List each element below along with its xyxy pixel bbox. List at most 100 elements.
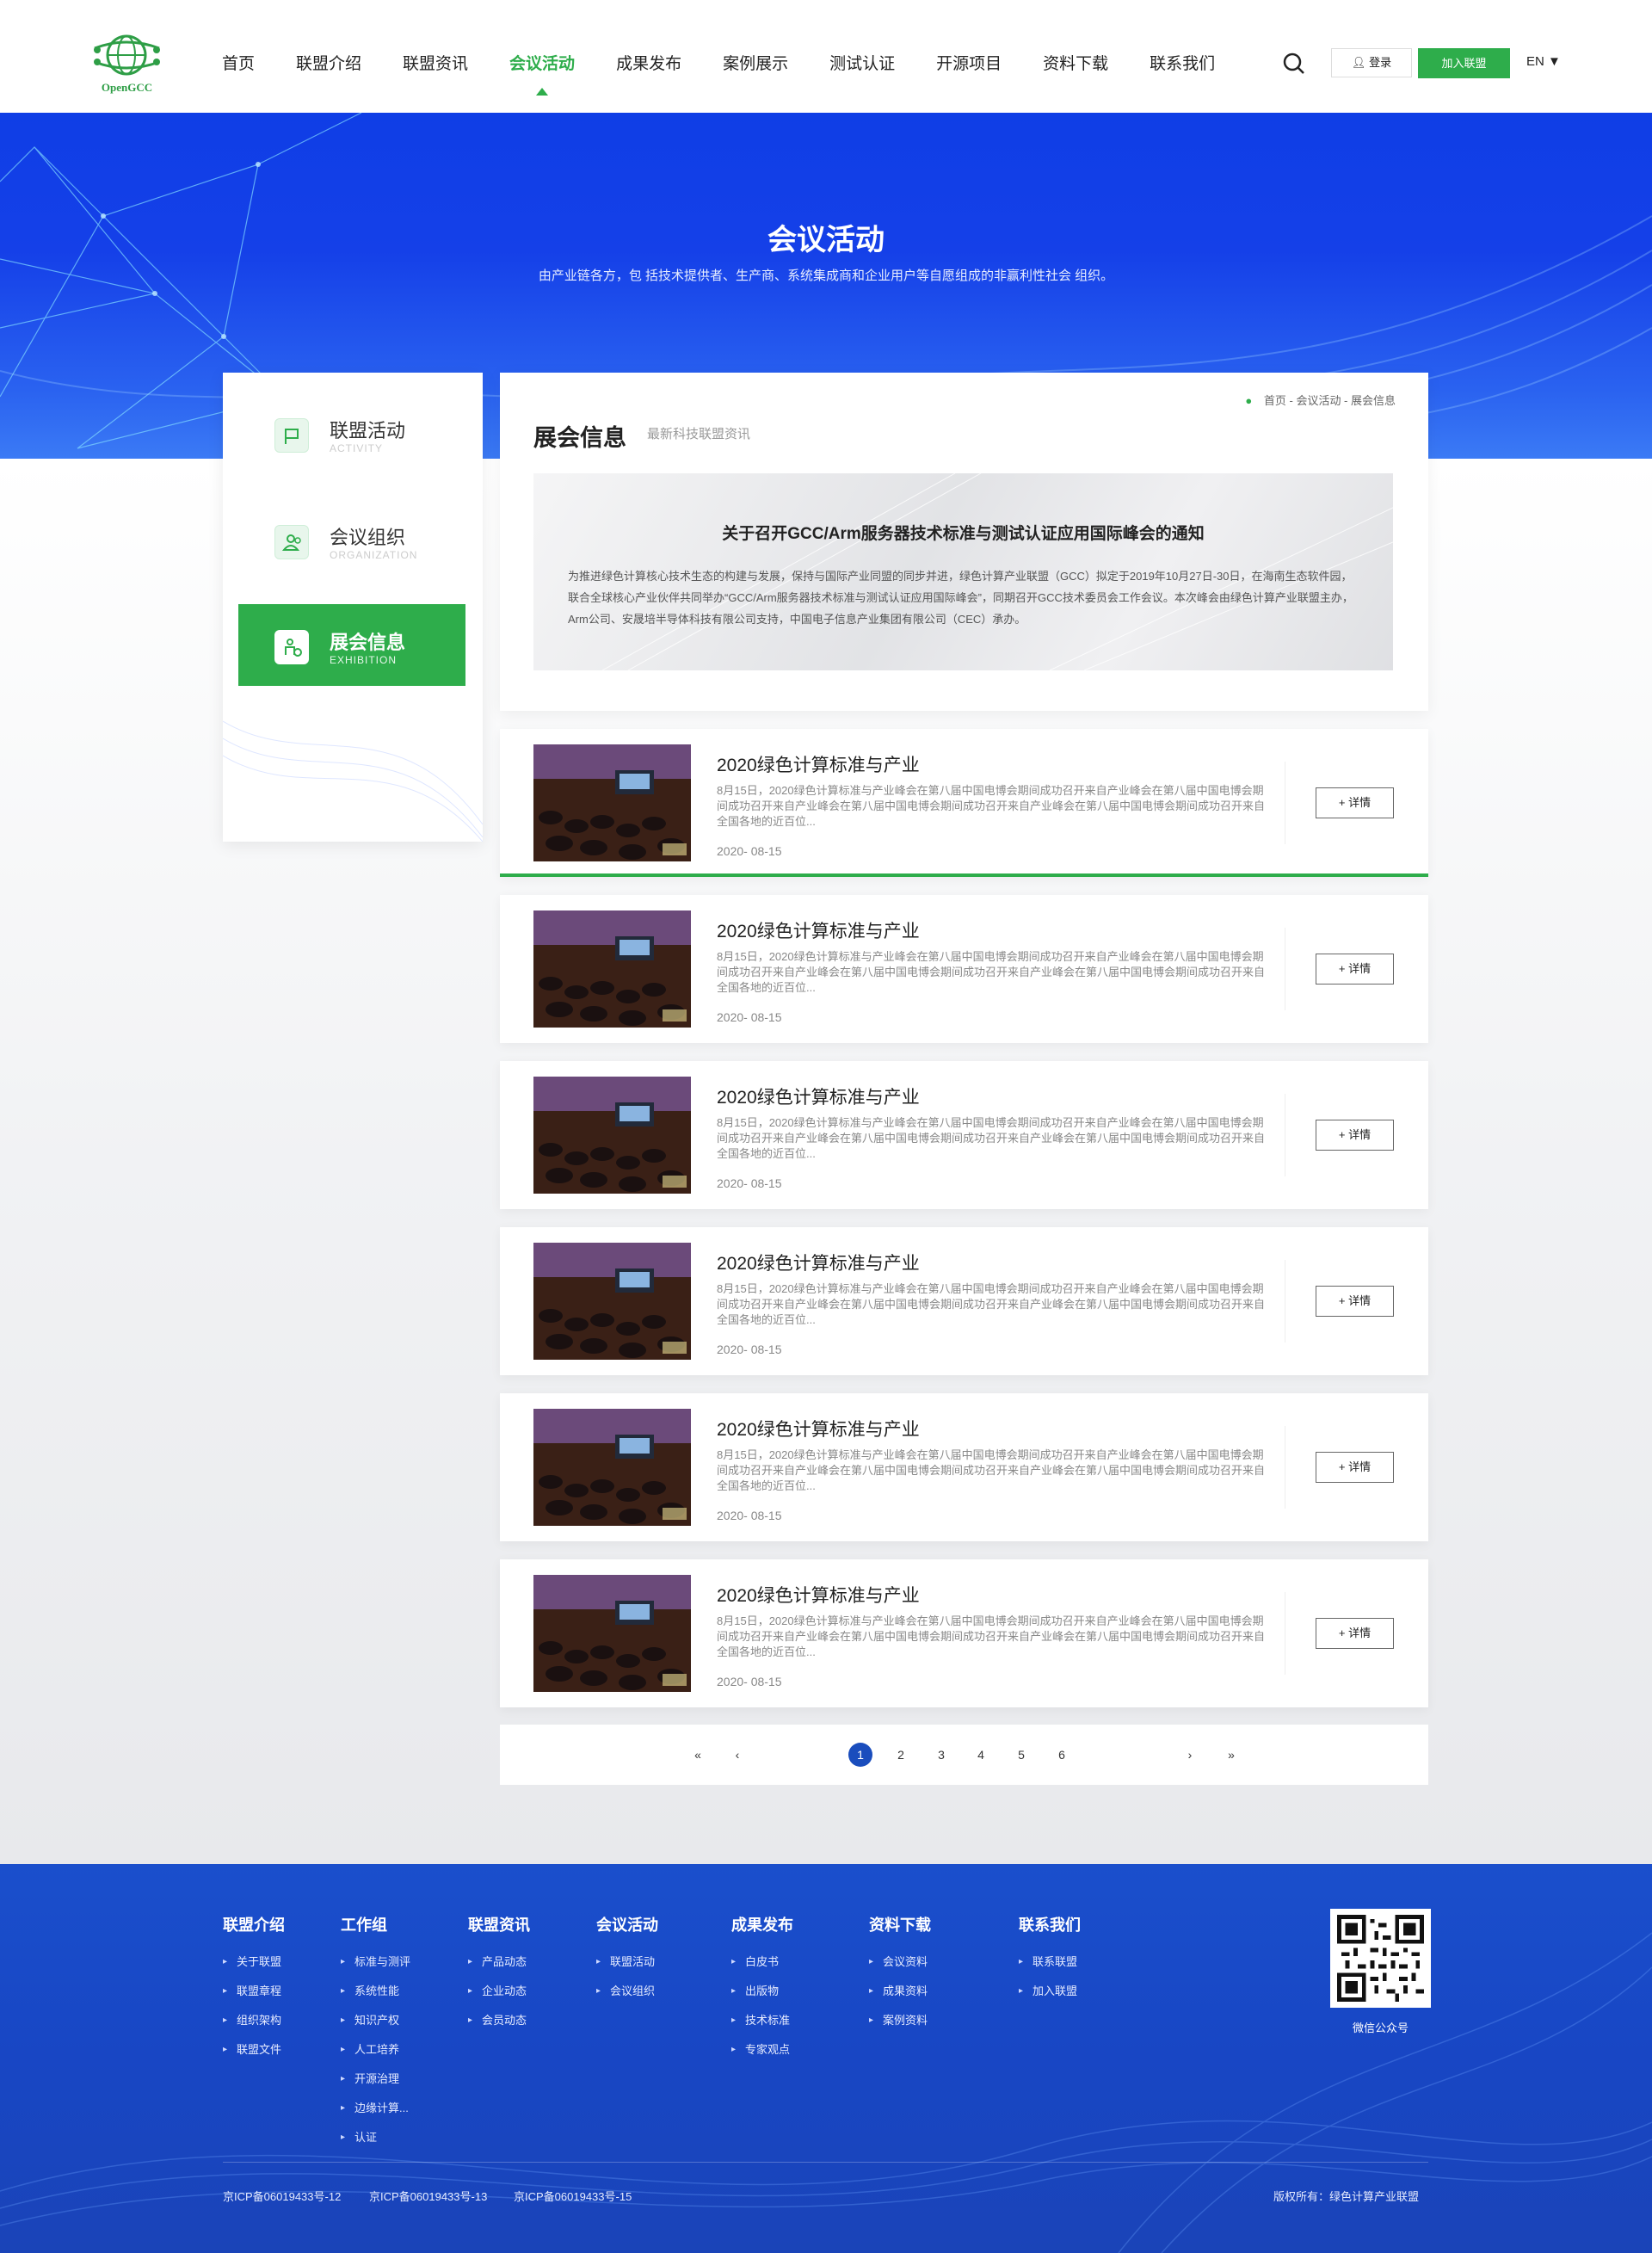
footer-link[interactable]: 关于联盟 — [223, 1947, 285, 1977]
footer-link[interactable]: 标准与测评 — [341, 1947, 410, 1977]
event-photo — [533, 1077, 691, 1194]
sidebar-item-organization[interactable]: 会议组织 ORGANIZATION — [238, 499, 465, 581]
item-title[interactable]: 2020绿色计算标准与产业 — [717, 1083, 920, 1109]
breadcrumb-text[interactable]: 首页 - 会议活动 - 展会信息 — [1264, 394, 1396, 407]
sidebar-item-english: ACTIVITY — [330, 442, 384, 454]
page-number[interactable]: 1 — [848, 1743, 872, 1767]
caret-down-icon: ▼ — [1548, 54, 1561, 69]
footer-link[interactable]: 开源治理 — [341, 2065, 410, 2094]
footer-link[interactable]: 联系联盟 — [1019, 1947, 1081, 1977]
search-icon[interactable] — [1282, 52, 1306, 76]
first-page-button[interactable]: « — [686, 1743, 710, 1767]
footer-link[interactable]: 加入联盟 — [1019, 1977, 1081, 2006]
prev-page-button[interactable]: ‹ — [725, 1743, 749, 1767]
nav-item-opensource[interactable]: 开源项目 — [936, 0, 1002, 113]
user-icon: 👤︎ — [1351, 56, 1366, 69]
nav-item-about[interactable]: 联盟介绍 — [296, 0, 361, 113]
breadcrumb: ● 首页 - 会议活动 - 展会信息 — [1245, 392, 1396, 408]
item-title[interactable]: 2020绿色计算标准与产业 — [717, 917, 920, 943]
last-page-button[interactable]: » — [1219, 1743, 1243, 1767]
footer-link[interactable]: 会议资料 — [869, 1947, 931, 1977]
footer-link[interactable]: 联盟文件 — [223, 2035, 285, 2065]
sidebar-wave-decoration — [223, 720, 483, 842]
footer-link[interactable]: 系统性能 — [341, 1977, 410, 2006]
list-item[interactable]: 2020绿色计算标准与产业 8月15日，2020绿色计算标准与产业峰会在第八届中… — [500, 1227, 1428, 1375]
list-item[interactable]: 2020绿色计算标准与产业 8月15日，2020绿色计算标准与产业峰会在第八届中… — [500, 895, 1428, 1043]
footer-column-events: 会议活动 联盟活动 会议组织 — [596, 1913, 658, 2006]
people-icon — [274, 525, 309, 559]
page-number[interactable]: 4 — [969, 1743, 993, 1767]
footer-link[interactable]: 企业动态 — [468, 1977, 530, 2006]
footer-link[interactable]: 联盟活动 — [596, 1947, 658, 1977]
login-button[interactable]: 👤︎ 登录 — [1331, 48, 1412, 77]
page-number[interactable]: 5 — [1009, 1743, 1033, 1767]
list-item[interactable]: 2020绿色计算标准与产业 8月15日，2020绿色计算标准与产业峰会在第八届中… — [500, 1393, 1428, 1541]
page-number[interactable]: 3 — [929, 1743, 953, 1767]
notice-title[interactable]: 关于召开GCC/Arm服务器技术标准与测试认证应用国际峰会的通知 — [533, 521, 1393, 544]
details-button[interactable]: + 详情 — [1316, 1618, 1394, 1649]
footer-link[interactable]: 产品动态 — [468, 1947, 530, 1977]
details-button[interactable]: + 详情 — [1316, 787, 1394, 818]
nav-item-home[interactable]: 首页 — [222, 0, 255, 113]
list-item[interactable]: 2020绿色计算标准与产业 8月15日，2020绿色计算标准与产业峰会在第八届中… — [500, 1061, 1428, 1209]
sidebar-item-english: EXHIBITION — [330, 654, 398, 666]
footer-link[interactable]: 专家观点 — [731, 2035, 793, 2065]
footer-column-title: 工作组 — [341, 1917, 387, 1934]
item-description: 8月15日，2020绿色计算标准与产业峰会在第八届中国电博会期间成功召开来自产业… — [717, 1116, 1266, 1160]
item-title[interactable]: 2020绿色计算标准与产业 — [717, 1582, 920, 1608]
footer-link[interactable]: 会员动态 — [468, 2006, 530, 2035]
footer-column-downloads: 资料下载 会议资料 成果资料 案例资料 — [869, 1913, 931, 2035]
footer-link[interactable]: 组织架构 — [223, 2006, 285, 2035]
featured-notice[interactable]: 关于召开GCC/Arm服务器技术标准与测试认证应用国际峰会的通知 为推进绿色计算… — [533, 473, 1393, 670]
page-number[interactable]: 6 — [1050, 1743, 1074, 1767]
item-title[interactable]: 2020绿色计算标准与产业 — [717, 1416, 920, 1441]
language-switch[interactable]: EN ▼ — [1526, 54, 1561, 69]
page-subtitle: 最新科技联盟资讯 — [647, 427, 751, 441]
main-nav: 首页 联盟介绍 联盟资讯 会议活动 成果发布 案例展示 测试认证 开源项目 资料… — [222, 0, 1256, 113]
next-page-button[interactable]: › — [1178, 1743, 1202, 1767]
item-title[interactable]: 2020绿色计算标准与产业 — [717, 751, 920, 777]
footer-link[interactable]: 会议组织 — [596, 1977, 658, 2006]
footer-link[interactable]: 知识产权 — [341, 2006, 410, 2035]
site-footer: 联盟介绍 关于联盟 联盟章程 组织架构 联盟文件 工作组 标准与测评 系统性能 … — [0, 1864, 1652, 2253]
details-button[interactable]: + 详情 — [1316, 1452, 1394, 1483]
nav-item-events[interactable]: 会议活动 — [509, 0, 575, 113]
footer-link[interactable]: 案例资料 — [869, 2006, 931, 2035]
footer-link[interactable]: 技术标准 — [731, 2006, 793, 2035]
site-header: OpenGCC 首页 联盟介绍 联盟资讯 会议活动 成果发布 案例展示 测试认证… — [0, 0, 1652, 113]
footer-link[interactable]: 人工培养 — [341, 2035, 410, 2065]
logo-text: OpenGCC — [101, 81, 153, 94]
footer-link[interactable]: 出版物 — [731, 1977, 793, 2006]
list-item[interactable]: 2020绿色计算标准与产业 8月15日，2020绿色计算标准与产业峰会在第八届中… — [500, 1559, 1428, 1707]
footer-link[interactable]: 认证 — [341, 2123, 410, 2152]
details-button[interactable]: + 详情 — [1316, 954, 1394, 985]
nav-item-certification[interactable]: 测试认证 — [829, 0, 895, 113]
footer-link[interactable]: 白皮书 — [731, 1947, 793, 1977]
footer-column-title: 会议活动 — [596, 1917, 658, 1934]
list-item[interactable]: 2020绿色计算标准与产业 8月15日，2020绿色计算标准与产业峰会在第八届中… — [500, 729, 1428, 877]
site-logo[interactable]: OpenGCC — [90, 31, 163, 98]
footer-column-title: 资料下载 — [869, 1917, 931, 1934]
nav-item-news[interactable]: 联盟资讯 — [403, 0, 468, 113]
nav-item-contact[interactable]: 联系我们 — [1150, 0, 1215, 113]
footer-column-title: 联盟介绍 — [223, 1917, 285, 1934]
footer-link[interactable]: 成果资料 — [869, 1977, 931, 2006]
nav-item-cases[interactable]: 案例展示 — [723, 0, 788, 113]
main-content-card: ● 首页 - 会议活动 - 展会信息 展会信息 最新科技联盟资讯 关于召开GCC… — [500, 373, 1428, 711]
item-title[interactable]: 2020绿色计算标准与产业 — [717, 1250, 920, 1275]
sidebar-item-activity[interactable]: 联盟活动 ACTIVITY — [238, 392, 465, 474]
icp-number[interactable]: 京ICP备06019433号-13 — [369, 2188, 487, 2204]
join-alliance-button[interactable]: 加入联盟 — [1418, 48, 1510, 78]
nav-item-results[interactable]: 成果发布 — [616, 0, 681, 113]
icp-number[interactable]: 京ICP备06019433号-15 — [514, 2188, 632, 2204]
icp-number[interactable]: 京ICP备06019433号-12 — [223, 2188, 341, 2204]
notice-body: 为推进绿色计算核心技术生态的构建与发展，保持与国际产业同盟的同步并进，绿色计算产… — [568, 570, 1353, 626]
page-number[interactable]: 2 — [889, 1743, 913, 1767]
details-button[interactable]: + 详情 — [1316, 1286, 1394, 1317]
details-button[interactable]: + 详情 — [1316, 1120, 1394, 1151]
globe-logo-icon — [94, 34, 160, 76]
event-photo — [533, 1409, 691, 1526]
nav-item-downloads[interactable]: 资料下载 — [1043, 0, 1108, 113]
footer-link[interactable]: 联盟章程 — [223, 1977, 285, 2006]
footer-link[interactable]: 边缘计算... — [341, 2094, 410, 2123]
